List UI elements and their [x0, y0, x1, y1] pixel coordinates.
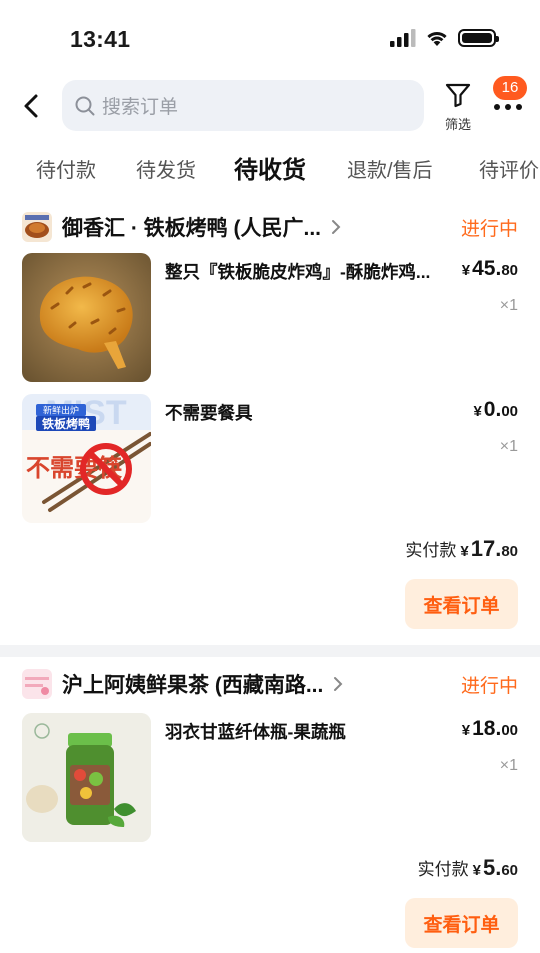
product-name: 不需要餐具 — [165, 403, 253, 423]
chevron-right-icon — [332, 220, 341, 234]
order-card: 沪上阿姨鲜果茶 (西藏南路... 进行中 羽衣甘蓝纤体瓶-果蔬瓶 ¥18.00 — [0, 657, 540, 953]
filter-label: 筛选 — [444, 117, 471, 132]
product-image-fried-chicken — [22, 253, 151, 382]
product-name: 羽衣甘蓝纤体瓶-果蔬瓶 — [165, 722, 346, 742]
tab-refund-aftersale[interactable]: 退款/售后 — [347, 154, 433, 183]
chevron-right-icon — [334, 677, 343, 691]
filter-button[interactable]: 筛选 — [438, 82, 478, 133]
order-tabs: 待付款 待发货 待收货 退款/售后 待评价 — [0, 148, 540, 188]
paid-label: 实付款 — [417, 860, 469, 879]
store-header[interactable]: 沪上阿姨鲜果茶 (西藏南路... 进行中 — [22, 667, 518, 701]
order-item[interactable]: MIST 新鲜出炉 铁板烤鸭 不需要筷 不需要餐具 ¥0.00 ×1 — [22, 394, 518, 524]
store-logo — [22, 212, 52, 242]
tab-pending-receipt[interactable]: 待收货 — [234, 150, 306, 185]
back-arrow-icon[interactable] — [16, 90, 48, 122]
tab-pending-shipment[interactable]: 待发货 — [136, 154, 196, 183]
top-bar: 13:41 搜索订单 筛选 16 待付款 待发货 待收货 退款/售后 待评价 — [0, 0, 540, 200]
battery-icon — [458, 29, 499, 47]
product-image-no-utensils: MIST 新鲜出炉 铁板烤鸭 不需要筷 — [22, 394, 151, 523]
wifi-icon — [427, 31, 447, 46]
paid-amount: 实付款 ¥17. 80 — [405, 536, 518, 561]
search-placeholder: 搜索订单 — [102, 97, 179, 118]
status-icons — [390, 29, 499, 47]
order-item[interactable]: 羽衣甘蓝纤体瓶-果蔬瓶 ¥18.00 ×1 — [22, 713, 518, 843]
filter-icon — [445, 83, 471, 108]
store-name: 沪上阿姨鲜果茶 (西藏南路... — [62, 674, 324, 697]
signal-icon — [390, 29, 416, 47]
view-order-button[interactable]: 查看订单 — [405, 898, 518, 948]
product-price: ¥0.00 — [473, 398, 518, 421]
more-dots-icon — [494, 104, 522, 110]
product-quantity: ×1 — [499, 757, 518, 774]
order-item[interactable]: 整只『铁板脆皮炸鸡』-酥脆炸鸡... ¥45.80 ×1 — [22, 253, 518, 383]
order-status: 进行中 — [460, 675, 518, 697]
more-menu-button[interactable]: 16 — [490, 76, 530, 126]
product-image-kale-bottle — [22, 713, 151, 842]
store-header[interactable]: 御香汇 · 铁板烤鸭 (人民广... 进行中 — [22, 210, 518, 244]
view-order-button[interactable]: 查看订单 — [405, 579, 518, 629]
notification-badge: 16 — [493, 76, 527, 100]
status-time: 13:41 — [70, 26, 131, 52]
svg-text:新鲜出炉: 新鲜出炉 — [43, 405, 79, 417]
product-price: ¥45.80 — [461, 257, 518, 280]
tab-pending-payment[interactable]: 待付款 — [36, 154, 96, 183]
order-card: 御香汇 · 铁板烤鸭 (人民广... 进行中 整只『铁板脆皮炸鸡』-酥脆炸鸡..… — [0, 200, 540, 645]
product-quantity: ×1 — [499, 297, 518, 314]
paid-amount: 实付款 ¥5. 60 — [417, 855, 518, 880]
product-quantity: ×1 — [499, 438, 518, 455]
search-icon — [75, 96, 95, 115]
svg-text:铁板烤鸭: 铁板烤鸭 — [42, 416, 90, 431]
store-name: 御香汇 · 铁板烤鸭 (人民广... — [62, 217, 321, 240]
product-name: 整只『铁板脆皮炸鸡』-酥脆炸鸡... — [165, 262, 431, 282]
paid-label: 实付款 — [405, 541, 457, 560]
product-price: ¥18.00 — [461, 717, 518, 740]
store-logo — [22, 669, 52, 699]
search-input[interactable]: 搜索订单 — [62, 80, 424, 131]
tab-pending-review[interactable]: 待评价 — [479, 154, 539, 183]
order-status: 进行中 — [460, 218, 518, 240]
